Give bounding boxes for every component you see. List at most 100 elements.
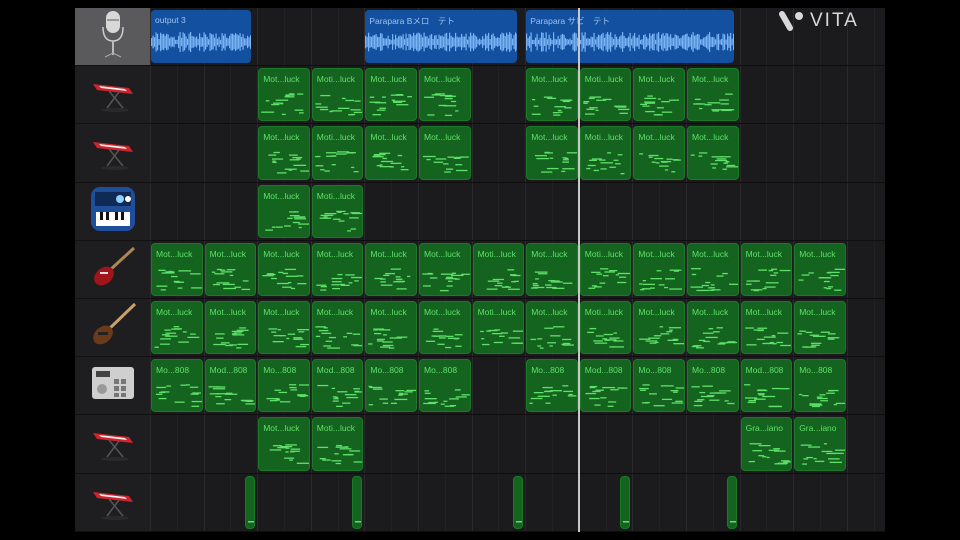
midi-region[interactable]: Mod...808 — [311, 359, 364, 413]
midi-region[interactable]: Mot...luck — [365, 242, 417, 296]
track-lanes[interactable]: output 3 Parapara Bメロ テト Parapara サビ テト Mot… — [150, 8, 885, 532]
track-header[interactable] — [75, 357, 150, 416]
midi-region[interactable]: Moti...luck — [579, 126, 632, 180]
track-header[interactable] — [75, 415, 150, 474]
midi-region[interactable]: Mo...808 — [365, 359, 417, 413]
midi-region[interactable]: Mot...luck — [204, 242, 257, 296]
midi-region[interactable]: Moti...luck — [311, 417, 364, 471]
track-lane: Mot...luck Moti...luck Gra...iano Gra...ian… — [150, 415, 885, 474]
region-label: Mot...luck — [370, 132, 407, 143]
region-label: Moti...luck — [584, 132, 624, 143]
midi-region[interactable]: Mot...luck — [258, 301, 310, 355]
midi-region[interactable]: Mo...808 — [258, 359, 310, 413]
midi-region[interactable]: Mo...808 — [526, 359, 578, 413]
midi-region[interactable]: Moti...luck — [579, 301, 632, 355]
track-header[interactable] — [75, 66, 150, 125]
midi-region[interactable]: Mot...luck — [258, 417, 310, 471]
midi-region[interactable] — [244, 475, 255, 529]
midi-region[interactable]: Mo...808 — [687, 359, 739, 413]
midi-notes — [211, 268, 250, 290]
region-label: Mot...luck — [209, 307, 246, 317]
keyboard-icon — [89, 70, 137, 119]
midi-region[interactable]: Mot...luck — [258, 184, 310, 238]
region-label: Moti...luck — [584, 74, 624, 85]
midi-region[interactable]: Mot...luck — [365, 68, 417, 122]
midi-region[interactable]: Mot...luck — [526, 242, 578, 296]
midi-region[interactable]: Mot...luck — [151, 242, 203, 296]
midi-region[interactable]: Mot...luck — [151, 301, 203, 355]
midi-region[interactable] — [620, 475, 630, 529]
midi-region[interactable] — [727, 475, 737, 529]
midi-region[interactable] — [512, 475, 523, 529]
track-header[interactable] — [75, 299, 150, 358]
track-lane: Mot...luck Mot...luck Mot...luck Mot...luck… — [150, 241, 885, 299]
midi-region[interactable]: Mot...luck — [204, 301, 257, 355]
midi-region[interactable]: Mot...luck — [526, 68, 578, 122]
vita-logo-icon — [779, 11, 803, 31]
midi-region[interactable]: Mot...luck — [419, 242, 471, 296]
midi-region[interactable] — [352, 475, 362, 529]
midi-region[interactable]: Mo...808 — [419, 359, 471, 413]
midi-region[interactable]: Mod...808 — [579, 359, 632, 413]
track-header[interactable] — [75, 124, 150, 183]
midi-region[interactable]: Mot...luck — [526, 301, 578, 355]
midi-region[interactable]: Mot...luck — [687, 242, 739, 296]
region-label: Moti...luck — [316, 190, 356, 201]
midi-region[interactable]: Mod...808 — [204, 359, 257, 413]
midi-region[interactable]: Moti...luck — [579, 242, 632, 296]
midi-region[interactable]: Mo...808 — [794, 359, 846, 413]
region-label: Mot...luck — [692, 248, 729, 259]
midi-region[interactable]: Mot...luck — [794, 301, 846, 355]
midi-region[interactable]: Gra...iano — [740, 417, 793, 471]
midi-region[interactable]: Moti...luck — [311, 184, 364, 238]
midi-region[interactable]: Moti...luck — [579, 68, 632, 122]
midi-region[interactable]: Mot...luck — [419, 126, 471, 180]
midi-region[interactable]: Mot...luck — [633, 68, 685, 122]
region-label: Mo...808 — [263, 365, 297, 376]
midi-notes — [530, 326, 575, 349]
waveform — [151, 32, 251, 52]
midi-region[interactable]: Mot...luck — [311, 242, 364, 296]
midi-region[interactable]: Moti...luck — [311, 68, 364, 122]
midi-region[interactable]: Mot...luck — [794, 242, 846, 296]
audio-region[interactable]: Parapara サビ テト — [526, 10, 735, 64]
midi-notes — [208, 386, 256, 405]
midi-region[interactable]: Mo...808 — [151, 359, 203, 413]
region-label: Mot...luck — [531, 74, 568, 85]
midi-region[interactable]: Mot...luck — [633, 301, 685, 355]
track-header[interactable] — [75, 183, 150, 241]
midi-notes — [743, 384, 790, 408]
midi-region[interactable]: Mot...luck — [419, 68, 471, 122]
track-header[interactable] — [75, 8, 150, 67]
midi-region[interactable]: Moti...luck — [311, 126, 364, 180]
midi-region[interactable]: Mot...luck — [687, 126, 739, 180]
region-label: Mo...808 — [638, 365, 672, 376]
audio-region[interactable]: output 3 — [151, 10, 251, 64]
midi-region[interactable]: Gra...iano — [794, 417, 846, 471]
track-header[interactable] — [75, 241, 150, 299]
midi-region[interactable]: Mot...luck — [311, 301, 364, 355]
region-label: Mot...luck — [531, 307, 568, 317]
midi-region[interactable]: Mot...luck — [740, 242, 793, 296]
midi-region[interactable]: Mot...luck — [258, 242, 310, 296]
midi-region[interactable]: Moti...luck — [472, 242, 525, 296]
midi-notes — [691, 385, 735, 407]
midi-region[interactable]: Mot...luck — [633, 126, 685, 180]
midi-region[interactable]: Mot...luck — [740, 301, 793, 355]
region-label: Mo...808 — [799, 365, 833, 376]
midi-region[interactable]: Mo...808 — [633, 359, 685, 413]
midi-region[interactable]: Mot...luck — [258, 68, 310, 122]
midi-region[interactable]: Mot...luck — [687, 68, 739, 122]
midi-region[interactable]: Mot...luck — [526, 126, 578, 180]
audio-region[interactable]: Parapara Bメロ テト — [365, 10, 518, 64]
midi-region[interactable]: Mot...luck — [365, 126, 417, 180]
midi-region[interactable]: Mot...luck — [419, 301, 471, 355]
midi-region[interactable]: Mot...luck — [258, 126, 310, 180]
midi-region[interactable]: Mot...luck — [687, 301, 739, 355]
midi-region[interactable]: Mot...luck — [633, 242, 685, 296]
midi-region[interactable]: Moti...luck — [472, 301, 525, 355]
midi-region[interactable]: Mot...luck — [365, 301, 417, 355]
midi-region[interactable]: Mod...808 — [740, 359, 793, 413]
track-header[interactable] — [75, 474, 150, 532]
playhead[interactable] — [578, 8, 580, 532]
